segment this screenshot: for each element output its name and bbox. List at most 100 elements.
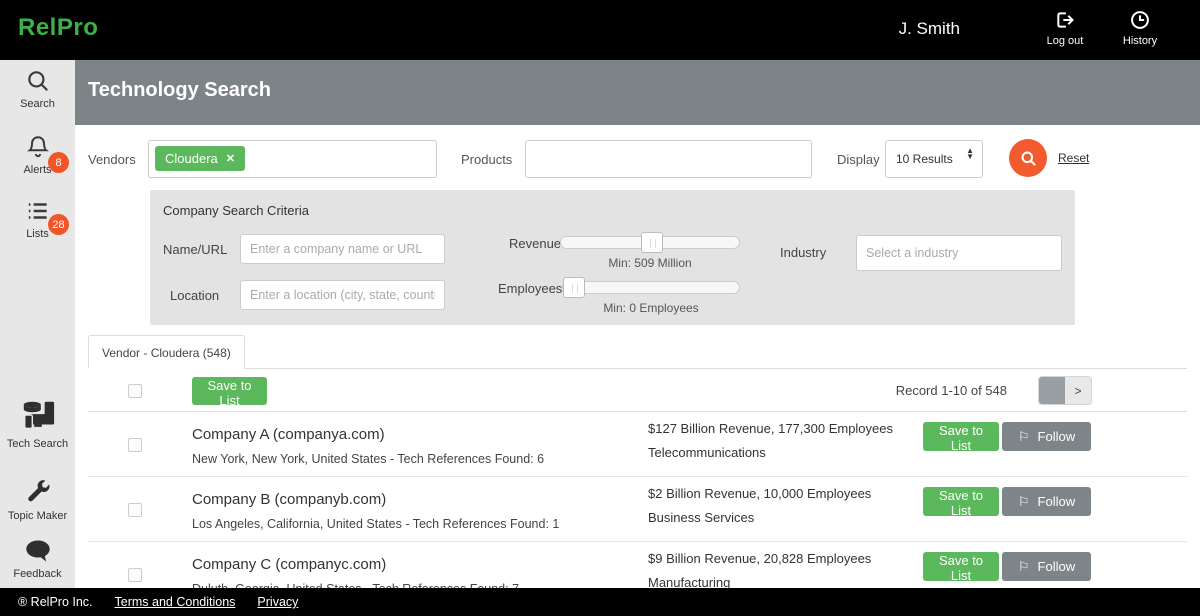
table-row: Company B (companyb.com) Los Angeles, Ca… [88, 477, 1187, 542]
products-field [525, 140, 812, 178]
relpro-logo[interactable]: RelPro [18, 14, 98, 42]
logout-label: Log out [1030, 35, 1100, 47]
company-location: Los Angeles, California, United States -… [192, 517, 559, 531]
user-name[interactable]: J. Smith [899, 19, 960, 39]
vendor-tag: Cloudera ✕ [155, 146, 245, 171]
revenue-slider[interactable] [560, 236, 740, 249]
prev-page-button[interactable] [1039, 377, 1065, 404]
sidebar-item-topic-maker[interactable]: Topic Maker [0, 478, 75, 522]
employees-slider-handle[interactable] [563, 277, 585, 298]
display-label: Display [837, 152, 880, 167]
sidebar-item-feedback[interactable]: Feedback [0, 538, 75, 580]
magnifier-icon [1019, 149, 1038, 168]
search-button[interactable] [1009, 139, 1047, 177]
remove-tag-icon[interactable]: ✕ [226, 152, 235, 165]
select-arrows-icon: ▲▼ [966, 148, 974, 160]
privacy-link[interactable]: Privacy [257, 595, 298, 609]
company-name-link[interactable]: Company B (companyb.com) [192, 491, 386, 508]
industry-label: Industry [780, 245, 826, 260]
app-window: RelPro J. Smith Log out History Search [0, 0, 1200, 616]
select-all-checkbox[interactable] [128, 384, 142, 398]
company-search-criteria: Company Search Criteria Name/URL Locatio… [150, 190, 1075, 325]
location-field [240, 280, 445, 310]
history-icon [1105, 10, 1175, 32]
sidebar: Search Alerts 8 Lists 28 Tech Search [0, 60, 75, 588]
sidebar-item-lists[interactable]: Lists 28 [0, 198, 75, 240]
products-input[interactable] [526, 141, 811, 177]
row-checkbox[interactable] [128, 438, 142, 452]
sidebar-item-label: Feedback [0, 568, 75, 580]
revenue-min-value: Min: 509 Million [560, 256, 740, 270]
logout-icon [1030, 10, 1100, 32]
vendor-tag-label: Cloudera [165, 151, 218, 166]
sidebar-item-label: Search [0, 98, 75, 110]
vendors-input[interactable]: Cloudera ✕ [148, 140, 437, 178]
page-header: Technology Search [75, 60, 1200, 125]
tech-search-icon [0, 398, 75, 434]
tab-vendor-cloudera[interactable]: Vendor - Cloudera (548) [88, 335, 245, 369]
follow-button[interactable]: ⚐ Follow [1002, 422, 1091, 451]
location-label: Location [170, 288, 219, 303]
save-to-list-button[interactable]: Save to List [192, 377, 267, 405]
company-revenue: $127 Billion Revenue, 177,300 Employees [648, 421, 893, 436]
criteria-title: Company Search Criteria [163, 203, 309, 218]
follow-label: Follow [1038, 429, 1076, 444]
name-url-label: Name/URL [163, 242, 227, 257]
logout-button[interactable]: Log out [1030, 10, 1100, 47]
lists-badge: 28 [48, 214, 69, 235]
company-name-link[interactable]: Company A (companya.com) [192, 426, 385, 443]
top-bar: RelPro J. Smith Log out History [0, 0, 1200, 60]
employees-min-value: Min: 0 Employees [562, 301, 740, 315]
history-button[interactable]: History [1105, 10, 1175, 47]
save-to-list-button[interactable]: Save to List [923, 552, 999, 581]
sidebar-item-label: Tech Search [0, 438, 75, 450]
wrench-icon [0, 478, 75, 506]
display-select[interactable]: 10 Results ▲▼ [885, 140, 983, 178]
record-info: Record 1-10 of 548 [896, 383, 1007, 398]
history-label: History [1105, 35, 1175, 47]
flag-icon: ⚐ [1018, 494, 1030, 510]
company-industry: Business Services [648, 510, 754, 525]
search-icon [0, 68, 75, 94]
follow-label: Follow [1038, 494, 1076, 509]
next-page-button[interactable]: > [1065, 377, 1091, 404]
speech-bubble-icon [0, 538, 75, 564]
flag-icon: ⚐ [1018, 429, 1030, 445]
revenue-label: Revenue [509, 236, 561, 251]
employees-label: Employees [498, 281, 562, 296]
flag-icon: ⚐ [1018, 559, 1030, 575]
terms-link[interactable]: Terms and Conditions [115, 595, 236, 609]
industry-input[interactable] [857, 236, 1061, 270]
follow-button[interactable]: ⚐ Follow [1002, 552, 1091, 581]
vendors-label: Vendors [88, 152, 136, 167]
save-to-list-button[interactable]: Save to List [923, 422, 999, 451]
sidebar-item-tech-search[interactable]: Tech Search [0, 398, 75, 450]
name-url-field [240, 234, 445, 264]
sidebar-item-alerts[interactable]: Alerts 8 [0, 134, 75, 176]
employees-slider[interactable] [562, 281, 740, 294]
reset-link[interactable]: Reset [1058, 151, 1089, 165]
company-name-link[interactable]: Company C (companyc.com) [192, 556, 386, 573]
pagination: > [1038, 376, 1092, 405]
industry-field [856, 235, 1062, 271]
location-input[interactable] [241, 281, 444, 309]
results-panel: Save to List Record 1-10 of 548 > Compan… [88, 368, 1187, 607]
row-checkbox[interactable] [128, 503, 142, 517]
results-toolbar: Save to List Record 1-10 of 548 > [88, 369, 1187, 412]
company-industry: Telecommunications [648, 445, 766, 460]
name-url-input[interactable] [241, 235, 444, 263]
company-location: New York, New York, United States - Tech… [192, 452, 544, 466]
sidebar-item-search[interactable]: Search [0, 68, 75, 110]
products-label: Products [461, 152, 512, 167]
alerts-badge: 8 [48, 152, 69, 173]
follow-button[interactable]: ⚐ Follow [1002, 487, 1091, 516]
company-revenue: $2 Billion Revenue, 10,000 Employees [648, 486, 871, 501]
display-value: 10 Results [896, 152, 953, 166]
sidebar-item-label: Topic Maker [0, 510, 75, 522]
page-title: Technology Search [88, 79, 271, 102]
save-to-list-button[interactable]: Save to List [923, 487, 999, 516]
company-revenue: $9 Billion Revenue, 20,828 Employees [648, 551, 871, 566]
footer-bar: ® RelPro Inc. Terms and Conditions Priva… [0, 588, 1200, 616]
revenue-slider-handle[interactable] [641, 232, 663, 253]
row-checkbox[interactable] [128, 568, 142, 582]
